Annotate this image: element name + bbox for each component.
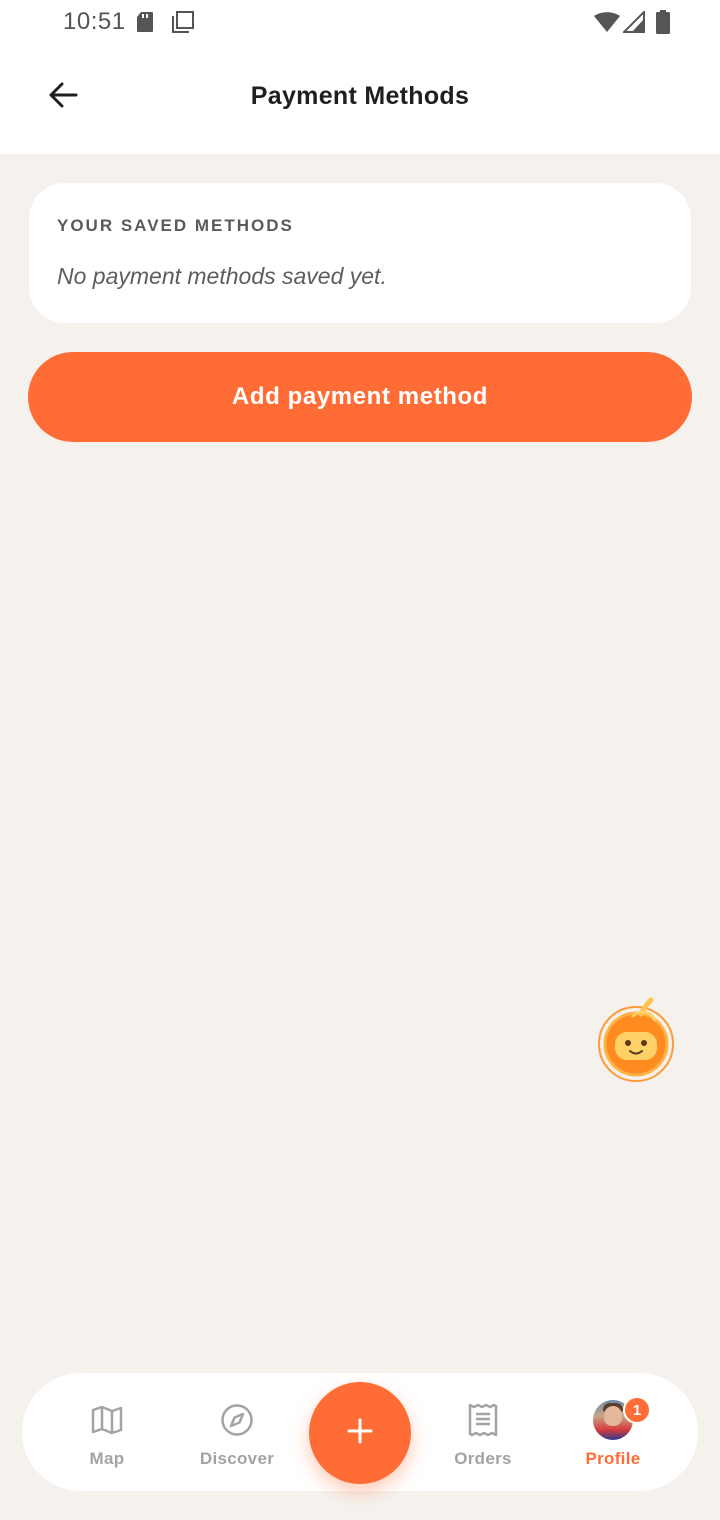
wifi-icon [594,12,620,37]
cell-signal-icon [621,9,645,38]
robot-mascot-icon [595,997,679,1086]
nav-item-orders[interactable]: Orders [423,1373,543,1491]
compass-icon [220,1403,254,1437]
nav-item-map[interactable]: Map [47,1373,167,1491]
profile-notification-badge: 1 [623,1396,651,1424]
receipt-icon [468,1403,498,1437]
add-payment-method-button[interactable]: Add payment method [28,352,692,442]
sd-card-icon [136,11,154,38]
nav-item-profile[interactable]: Profile [553,1373,673,1491]
app-bar: Payment Methods [0,46,720,154]
battery-icon [656,10,670,39]
map-icon [91,1403,123,1437]
status-time: 10:51 [63,8,126,35]
saved-methods-heading: YOUR SAVED METHODS [57,216,294,235]
saved-methods-card: YOUR SAVED METHODS No payment methods sa… [29,183,691,323]
status-bar: 10:51 [0,0,720,46]
nav-label-discover: Discover [199,1449,275,1468]
page-title: Payment Methods [250,82,470,110]
nav-label-profile: Profile [585,1449,641,1468]
payment-methods-screen: 10:51 Payment Methods YOUR SAVED METHODS… [0,0,720,1520]
saved-methods-empty-text: No payment methods saved yet. [57,263,387,289]
nav-item-discover[interactable]: Discover [177,1373,297,1491]
assistant-button[interactable] [595,996,679,1082]
create-button[interactable] [309,1382,411,1484]
screenshot-icon [172,11,194,38]
nav-label-map: Map [89,1449,125,1468]
plus-icon [347,1418,373,1449]
nav-label-orders: Orders [454,1449,512,1468]
